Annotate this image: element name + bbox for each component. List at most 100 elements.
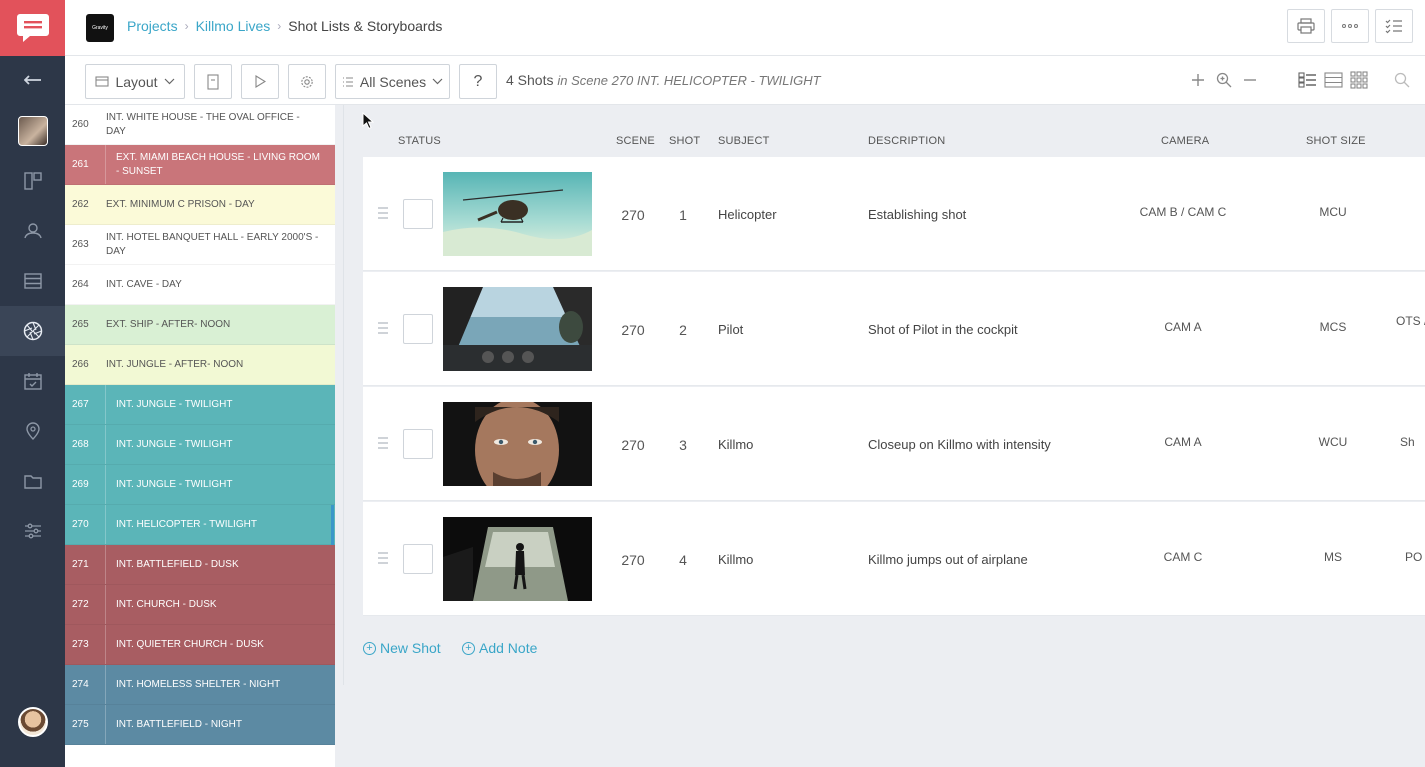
shot-size[interactable]: MCS	[1320, 320, 1347, 334]
calendar-icon[interactable]	[0, 356, 65, 406]
shot-number: 1	[679, 207, 687, 223]
stripboard-icon[interactable]	[0, 256, 65, 306]
drag-handle-icon[interactable]	[378, 437, 388, 452]
scene-title: EXT. MIAMI BEACH HOUSE - LIVING ROOM - S…	[116, 151, 320, 177]
scene-list-item[interactable]: 267 INT. JUNGLE - TWILIGHT	[65, 385, 335, 425]
scene-list-item[interactable]: 271 INT. BATTLEFIELD - DUSK	[65, 545, 335, 585]
scene-list-item[interactable]: 262 EXT. MINIMUM C PRISON - DAY	[65, 185, 335, 225]
shot-description[interactable]: Closeup on Killmo with intensity	[868, 437, 1051, 452]
help-button[interactable]: ?	[459, 64, 497, 99]
shot-thumbnail[interactable]	[443, 172, 592, 256]
more-options-button[interactable]	[1331, 9, 1369, 43]
shot-subject[interactable]: Helicopter	[718, 207, 777, 222]
account-avatar[interactable]	[0, 697, 65, 747]
table-row[interactable]: 270 2 Pilot Shot of Pilot in the cockpit…	[363, 272, 1425, 386]
scene-list-item[interactable]: 273 INT. QUIETER CHURCH - DUSK	[65, 625, 335, 665]
shot-checkbox[interactable]	[403, 429, 433, 459]
shot-size[interactable]: WCU	[1319, 435, 1348, 449]
column-header-description[interactable]: DESCRIPTION	[868, 135, 945, 147]
add-icon[interactable]	[1188, 70, 1208, 90]
shot-size[interactable]: MCU	[1319, 205, 1346, 219]
scene-list-item[interactable]: 266 INT. JUNGLE - AFTER- NOON	[65, 345, 335, 385]
shot-camera[interactable]: CAM A	[1164, 320, 1201, 334]
shot-checkbox[interactable]	[403, 199, 433, 229]
scene-list-item[interactable]: 274 INT. HOMELESS SHELTER - NIGHT	[65, 665, 335, 705]
scene-list-item[interactable]: 260 INT. WHITE HOUSE - THE OVAL OFFICE - …	[65, 105, 335, 145]
column-header-scene[interactable]: SCENE	[616, 135, 655, 147]
zoom-in-icon[interactable]	[1214, 70, 1234, 90]
storyboard-view-button[interactable]	[194, 64, 232, 99]
table-row[interactable]: 270 3 Killmo Closeup on Killmo with inte…	[363, 387, 1425, 501]
column-header-shot[interactable]: SHOT	[669, 135, 700, 147]
shot-description[interactable]: Establishing shot	[868, 207, 966, 222]
shot-list-aperture-icon[interactable]	[0, 306, 65, 356]
grid-view-icon[interactable]	[1349, 70, 1369, 90]
location-pin-icon[interactable]	[0, 406, 65, 456]
new-shot-button[interactable]: + New Shot	[363, 640, 441, 656]
add-note-button[interactable]: + Add Note	[462, 640, 537, 656]
scene-list-item[interactable]: 264 INT. CAVE - DAY	[65, 265, 335, 305]
mouse-cursor-icon	[362, 111, 375, 135]
scene-number: 272	[65, 585, 106, 624]
shot-camera[interactable]: CAM C	[1164, 550, 1203, 564]
column-header-subject[interactable]: SUBJECT	[718, 135, 770, 147]
drag-handle-icon[interactable]	[378, 322, 388, 337]
shot-size[interactable]: MS	[1324, 550, 1342, 564]
shot-description[interactable]: Killmo jumps out of airplane	[868, 552, 1028, 567]
print-button[interactable]	[1287, 9, 1325, 43]
drag-handle-icon[interactable]	[378, 552, 388, 567]
scene-list-item[interactable]: 265 EXT. SHIP - AFTER- NOON	[65, 305, 335, 345]
shot-thumbnail[interactable]	[443, 517, 592, 601]
scene-list-item[interactable]: 270 INT. HELICOPTER - TWILIGHT	[65, 505, 335, 545]
scene-list-item[interactable]: 268 INT. JUNGLE - TWILIGHT	[65, 425, 335, 465]
scene-list-item[interactable]: 275 INT. BATTLEFIELD - NIGHT	[65, 705, 335, 745]
minus-icon[interactable]	[1240, 70, 1260, 90]
settings-sliders-icon[interactable]	[0, 506, 65, 556]
shot-subject[interactable]: Killmo	[718, 552, 753, 567]
table-row[interactable]: 270 4 Killmo Killmo jumps out of airplan…	[363, 502, 1425, 616]
shot-extra[interactable]: OTS /	[1396, 314, 1425, 328]
shot-thumbnail[interactable]	[443, 402, 592, 486]
scene-title: EXT. MINIMUM C PRISON - DAY	[106, 198, 255, 210]
user-avatar[interactable]	[0, 106, 65, 156]
shot-subject[interactable]: Pilot	[718, 322, 743, 337]
column-header-status[interactable]: STATUS	[398, 135, 441, 147]
drag-handle-icon[interactable]	[378, 207, 388, 222]
storyboard-icon[interactable]	[0, 156, 65, 206]
shot-checkbox[interactable]	[403, 314, 433, 344]
people-icon[interactable]	[0, 206, 65, 256]
scene-list-item[interactable]: 263 INT. HOTEL BANQUET HALL - EARLY 2000'…	[65, 225, 335, 265]
present-button[interactable]	[241, 64, 279, 99]
shot-camera[interactable]: CAM B / CAM C	[1140, 205, 1227, 219]
breadcrumb-projects[interactable]: Projects	[127, 18, 178, 34]
shots-count: 4 Shots	[506, 72, 554, 88]
compact-list-icon[interactable]	[1323, 70, 1343, 90]
shot-description[interactable]: Shot of Pilot in the cockpit	[868, 322, 1018, 337]
settings-button[interactable]	[288, 64, 326, 99]
folder-icon[interactable]	[0, 456, 65, 506]
panel-divider[interactable]	[343, 105, 344, 685]
scene-filter-dropdown[interactable]: All Scenes	[335, 64, 450, 99]
layout-dropdown[interactable]: Layout	[85, 64, 185, 99]
checklist-button[interactable]	[1375, 9, 1413, 43]
breadcrumb-project[interactable]: Killmo Lives	[196, 18, 271, 34]
table-row[interactable]: 270 1 Helicopter Establishing shot CAM B…	[363, 157, 1425, 271]
shot-camera[interactable]: CAM A	[1164, 435, 1201, 449]
back-arrow-icon[interactable]	[0, 55, 65, 105]
shot-subject[interactable]: Killmo	[718, 437, 753, 452]
shot-number: 3	[679, 437, 687, 453]
scene-number: 273	[65, 625, 106, 664]
project-logo[interactable]: Gravity	[86, 14, 114, 42]
scene-list-item[interactable]: 261 EXT. MIAMI BEACH HOUSE - LIVING ROOM …	[65, 145, 335, 185]
list-view-icon[interactable]	[1297, 70, 1317, 90]
app-logo[interactable]	[0, 0, 65, 56]
shot-thumbnail[interactable]	[443, 287, 592, 371]
column-header-shot-size[interactable]: SHOT SIZE	[1306, 135, 1366, 147]
scene-list-item[interactable]: 272 INT. CHURCH - DUSK	[65, 585, 335, 625]
column-header-camera[interactable]: CAMERA	[1161, 135, 1209, 147]
shot-extra[interactable]: Sh	[1400, 435, 1415, 449]
scene-list-item[interactable]: 269 INT. JUNGLE - TWILIGHT	[65, 465, 335, 505]
search-icon[interactable]	[1392, 70, 1412, 90]
shot-extra[interactable]: PO	[1405, 550, 1422, 564]
shot-checkbox[interactable]	[403, 544, 433, 574]
